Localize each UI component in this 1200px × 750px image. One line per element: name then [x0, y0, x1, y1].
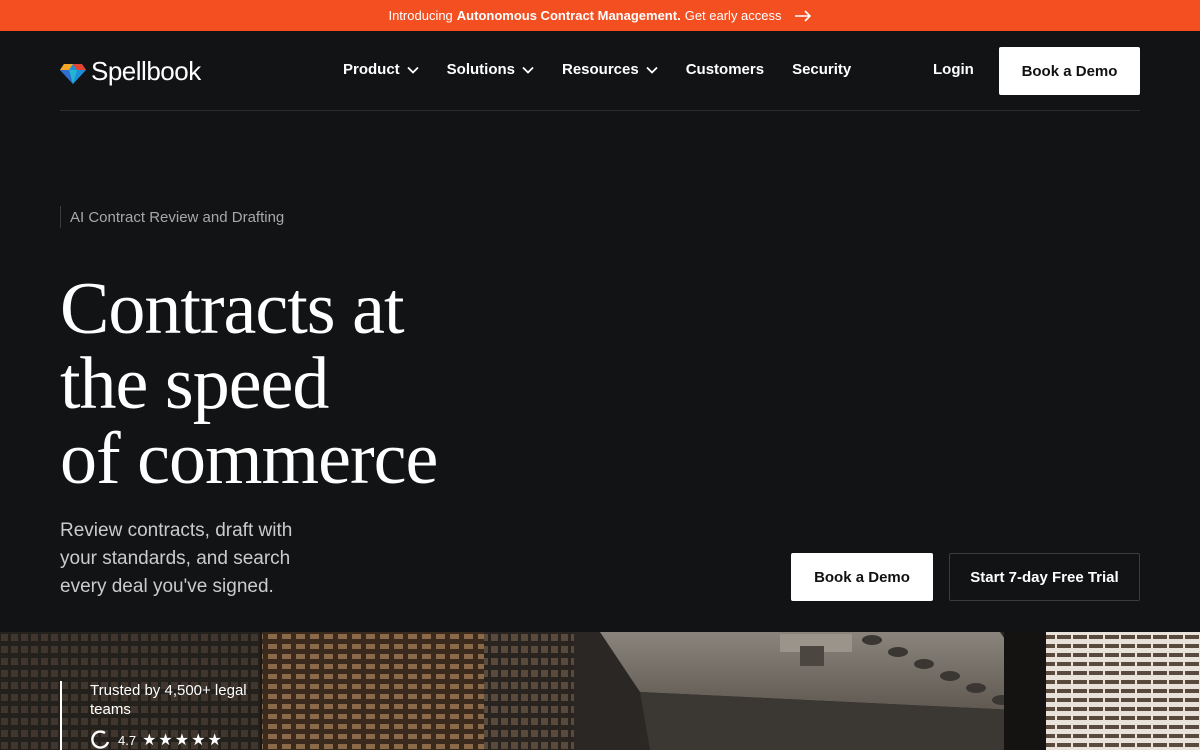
nav-item-customers[interactable]: Customers — [686, 61, 764, 78]
arrow-right-icon — [794, 9, 811, 22]
chevron-down-icon — [646, 66, 658, 74]
announcement-bar[interactable]: Introducing Autonomous Contract Manageme… — [0, 0, 1200, 31]
hero-eyebrow: AI Contract Review and Drafting — [60, 206, 284, 228]
book-demo-button[interactable]: Book a Demo — [791, 553, 933, 601]
book-demo-nav-button[interactable]: Book a Demo — [999, 47, 1140, 95]
announcement-prefix: Introducing — [388, 8, 453, 23]
top-navigation: Spellbook Product Solutions Resources Cu… — [60, 31, 1140, 111]
brand-name: Spellbook — [91, 56, 201, 86]
nav-label: Customers — [685, 61, 765, 78]
nav-item-product[interactable]: Product — [343, 61, 419, 78]
logo[interactable]: Spellbook — [60, 56, 201, 87]
trust-block: Trusted by 4,500+ legal teams 4.7 ★★★★★ — [60, 681, 270, 750]
star-rating-icon: ★★★★★ — [142, 732, 224, 749]
nav-item-resources[interactable]: Resources — [562, 61, 658, 78]
hero-subtext: Review contracts, draft with your standa… — [60, 520, 293, 597]
announcement-cta[interactable]: Get early access — [685, 8, 782, 23]
nav-label: Solutions — [446, 61, 515, 78]
headline-line: Contracts at — [60, 268, 405, 350]
gem-icon — [60, 63, 86, 84]
nav-label: Resources — [562, 61, 639, 78]
login-link[interactable]: Login — [933, 61, 974, 78]
announcement-highlight: Autonomous Contract Management. — [456, 8, 681, 23]
chevron-down-icon — [407, 66, 419, 74]
free-trial-button[interactable]: Start 7-day Free Trial — [949, 553, 1140, 601]
trust-text: Trusted by 4,500+ legal teams — [90, 682, 247, 718]
nav-label: Product — [343, 61, 400, 78]
rating-row: 4.7 ★★★★★ — [90, 729, 270, 750]
g2-logo-icon — [91, 730, 110, 749]
main-menu: Product Solutions Resources Customers Se… — [343, 61, 851, 78]
headline-line: the speed — [60, 343, 329, 425]
nav-label: Security — [792, 61, 852, 78]
chevron-down-icon — [522, 66, 534, 74]
headline-line: of commerce — [60, 418, 438, 500]
rating-value: 4.7 — [118, 732, 137, 748]
nav-item-solutions[interactable]: Solutions — [447, 61, 534, 78]
hero-headline: Contracts at the speed of commerce — [60, 268, 438, 500]
nav-item-security[interactable]: Security — [792, 61, 851, 78]
